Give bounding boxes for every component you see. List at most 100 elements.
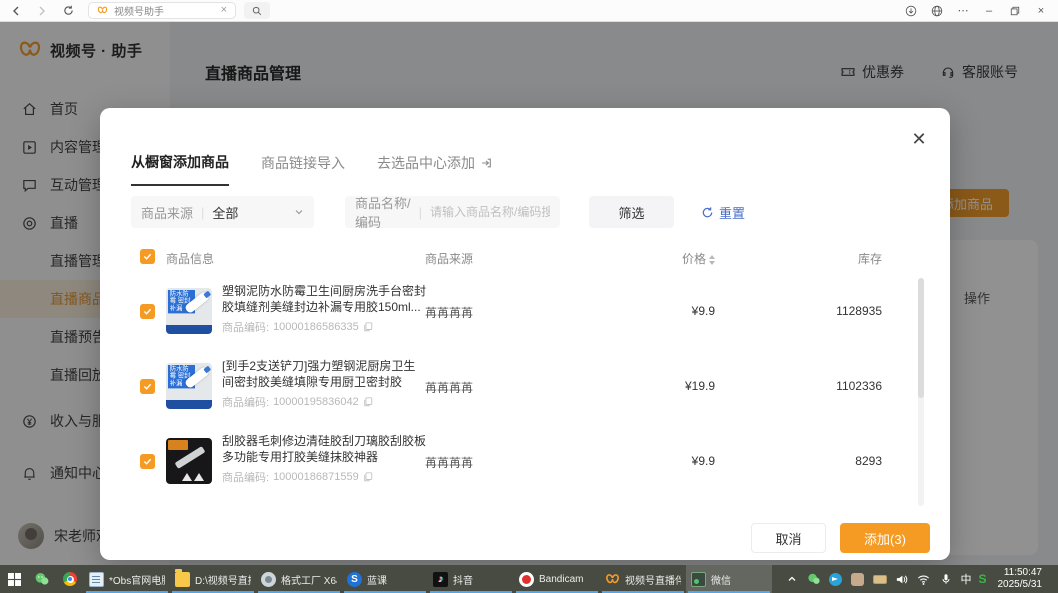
filter-button[interactable]: 筛选 (589, 196, 674, 228)
code-prefix: 商品编码: (222, 394, 269, 410)
taskbar: *Obs官网电脑... D:\视频号直播... 格式工厂 X64 ... S 蓝… (0, 565, 1058, 593)
close-window-icon[interactable]: × (1030, 2, 1052, 20)
divider: | (201, 205, 204, 220)
product-source: 苒苒苒苒 (425, 304, 473, 321)
bandicam-icon (519, 572, 534, 587)
notepad-icon (89, 572, 104, 587)
table-header: 商品信息 商品来源 价格 库存 (100, 246, 950, 272)
tab-close-icon[interactable]: × (221, 5, 227, 16)
product-list: 防水防霉 密封补漏 塑钢泥防水防霉卫生间厨房洗手台密封胶填缝剂美缝封边补漏专用胶… (100, 274, 950, 499)
product-price: ¥9.9 (625, 454, 715, 468)
start-button-icon[interactable] (0, 565, 28, 593)
scrollbar[interactable] (918, 278, 924, 506)
product-price: ¥9.9 (625, 304, 715, 318)
product-code: 10000186871559 (273, 471, 359, 483)
confirm-add-button[interactable]: 添加(3) (840, 523, 930, 553)
table-row: 刮胶器毛刺修边清硅胶刮刀璃胶刮胶板多功能专用打胶美缝抹胶神器 商品编码: 1000… (100, 424, 950, 499)
modal-close-icon[interactable]: ✕ (910, 130, 928, 148)
folder-icon (175, 572, 190, 587)
douyin-icon: ♪ (433, 572, 448, 587)
tray-expand-icon[interactable] (784, 572, 799, 587)
taskbar-app-lanke[interactable]: S 蓝课 (342, 565, 428, 593)
taskbar-app-bandicam[interactable]: Bandicam (514, 565, 600, 593)
cancel-button[interactable]: 取消 (751, 523, 826, 553)
external-link-icon (480, 157, 492, 169)
source-filter-select[interactable]: 商品来源 | 全部 (131, 196, 314, 228)
copy-icon[interactable] (363, 322, 373, 332)
filter-row: 商品来源 | 全部 商品名称/编码 | 筛选 重置 (131, 196, 745, 228)
taskbar-app-label: Bandicam (539, 574, 583, 585)
wechat-taskbar-icon[interactable] (28, 565, 56, 593)
product-thumbnail: 防水防霉 密封补漏 (166, 288, 212, 334)
col-header-price[interactable]: 价格 (625, 250, 715, 267)
scrollbar-thumb[interactable] (918, 278, 924, 398)
taskbar-app-channels-live[interactable]: 视频号直播伴侣 (600, 565, 686, 593)
copy-icon[interactable] (363, 472, 373, 482)
modal-footer: 取消 添加(3) (751, 523, 930, 550)
taskbar-clock[interactable]: 11:50:47 2025/5/31 (994, 567, 1051, 591)
lanke-icon: S (347, 572, 362, 587)
taskbar-app-label: 微信 (711, 572, 731, 587)
code-prefix: 商品编码: (222, 469, 269, 485)
select-all-checkbox[interactable] (140, 249, 155, 264)
input-language-indicator[interactable]: 中 (960, 571, 971, 587)
row-checkbox[interactable] (140, 304, 155, 319)
col-header-stock: 库存 (782, 250, 882, 267)
col-header-info: 商品信息 (166, 250, 214, 267)
source-filter-label: 商品来源 (141, 203, 193, 222)
channels-logo-icon (605, 572, 620, 587)
back-icon[interactable] (6, 2, 26, 20)
copy-icon[interactable] (363, 397, 373, 407)
search-icon[interactable] (244, 2, 270, 19)
taskbar-app-folder[interactable]: D:\视频号直播... (170, 565, 256, 593)
tab-label: 去选品中心添加 (377, 153, 475, 173)
tray-card-icon[interactable] (872, 572, 887, 587)
taskbar-app-obs-doc[interactable]: *Obs官网电脑... (84, 565, 170, 593)
chrome-taskbar-icon[interactable] (56, 565, 84, 593)
product-title: 刮胶器毛刺修边清硅胶刮刀璃胶刮胶板多功能专用打胶美缝抹胶神器 (222, 433, 427, 465)
minimize-icon[interactable]: – (978, 2, 1000, 20)
browser-titlebar: 视频号助手 × ⋯ – × (0, 0, 1058, 22)
tray-avatar-icon[interactable] (850, 572, 865, 587)
clock-time: 11:50:47 (1004, 567, 1042, 579)
taskbar-app-label: 抖音 (453, 572, 473, 587)
wechat-window-icon (691, 572, 706, 587)
taskbar-app-label: D:\视频号直播... (195, 572, 251, 587)
wifi-icon[interactable] (916, 572, 931, 587)
tab-add-from-showcase[interactable]: 从橱窗添加商品 (131, 152, 229, 186)
row-checkbox[interactable] (140, 454, 155, 469)
reset-button[interactable]: 重置 (701, 203, 745, 222)
reset-label: 重置 (719, 203, 745, 222)
tray-wechat-icon[interactable] (806, 572, 821, 587)
sort-icon[interactable] (709, 255, 715, 265)
product-stock: 1128935 (782, 304, 882, 318)
globe-icon[interactable] (926, 2, 948, 20)
restore-icon[interactable] (1004, 2, 1026, 20)
volume-icon[interactable] (894, 572, 909, 587)
tab-selection-center[interactable]: 去选品中心添加 (377, 152, 492, 186)
tab-title: 视频号助手 (114, 3, 215, 18)
search-input[interactable] (430, 205, 550, 219)
taskbar-app-formatfactory[interactable]: 格式工厂 X64 ... (256, 565, 342, 593)
refresh-icon[interactable] (58, 2, 78, 20)
reset-icon (701, 206, 714, 219)
taskbar-app-douyin[interactable]: ♪ 抖音 (428, 565, 514, 593)
tray-telegram-icon[interactable] (828, 572, 843, 587)
product-thumbnail: 防水防霉 密封补漏 (166, 363, 212, 409)
row-checkbox[interactable] (140, 379, 155, 394)
microphone-icon[interactable] (938, 572, 953, 587)
sogou-input-icon[interactable]: S (978, 572, 986, 586)
download-icon[interactable] (900, 2, 922, 20)
taskbar-app-wechat-window[interactable]: 微信 (686, 565, 772, 593)
product-source: 苒苒苒苒 (425, 379, 473, 396)
forward-icon[interactable] (32, 2, 52, 20)
code-prefix: 商品编码: (222, 319, 269, 335)
product-code: 10000195836042 (273, 396, 359, 408)
browser-tab[interactable]: 视频号助手 × (88, 2, 236, 19)
more-menu-icon[interactable]: ⋯ (952, 2, 974, 20)
search-filter-box: 商品名称/编码 | (345, 196, 560, 228)
tab-import-by-link[interactable]: 商品链接导入 (261, 152, 345, 186)
price-label: 价格 (682, 252, 706, 266)
product-title: 塑钢泥防水防霉卫生间厨房洗手台密封胶填缝剂美缝封边补漏专用胶150ml... (222, 283, 427, 315)
taskbar-app-label: 蓝课 (367, 572, 387, 587)
